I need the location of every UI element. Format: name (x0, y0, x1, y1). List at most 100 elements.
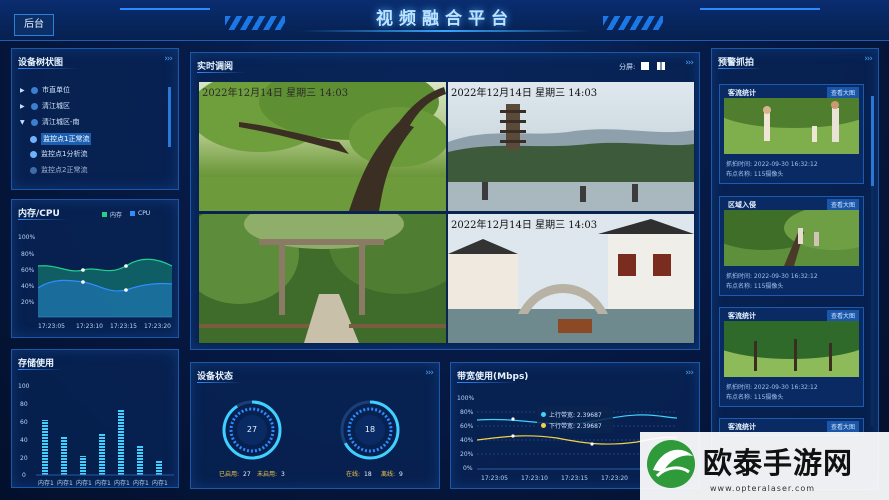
view-large-button[interactable]: 查看大图 (826, 199, 859, 210)
title-underline (300, 30, 590, 32)
alarm-time: 抓拍时间: 2022-09-30 16:32:12 (726, 273, 818, 280)
alarm-place: 布点名称: 115摄像头 (726, 171, 784, 178)
legend-swatch (130, 211, 135, 216)
alarm-type: 客流统计 (728, 423, 756, 431)
y-tick: 0 (22, 472, 26, 479)
watermark-logo-icon (647, 440, 695, 488)
video-feed-4[interactable]: 2022年12月14日 星期三 14:03 (447, 213, 695, 344)
y-tick: 20 (20, 455, 28, 462)
tree-item-camera-1-analysis[interactable]: 监控点1分析流 (30, 149, 87, 159)
y-tick: 100% (18, 234, 36, 241)
y-tick: 40 (20, 437, 28, 444)
tree-item-label: 清江城区 (42, 102, 70, 110)
video-timestamp: 2022年12月14日 星期三 14:03 (202, 88, 349, 99)
collapse-icon[interactable]: ▼ (20, 119, 27, 126)
live-view-title: 实时调阅 (197, 62, 234, 72)
x-tick: 17:23:15 (110, 323, 137, 330)
device-status-panel: 设备状态 ››› 27 18 已启用: 27 未启用: 3 在线: 18 离线: 9 (190, 362, 440, 489)
x-tick: 17:23:05 (38, 323, 65, 330)
expand-icon[interactable]: ▶ (20, 87, 27, 94)
alarm-type: 客流统计 (728, 312, 756, 320)
single-view-icon[interactable] (641, 62, 649, 70)
video-feed-3[interactable] (198, 213, 447, 344)
header-line-right (700, 8, 820, 10)
tree-scene-image (199, 82, 446, 211)
stat-value: 9 (399, 471, 403, 478)
title-line (197, 382, 242, 383)
tree-item-qingjiang[interactable]: ▶ 清江城区 (20, 101, 70, 111)
view-large-button[interactable]: 查看大图 (826, 87, 859, 98)
alarm-title: 预警抓拍 (718, 58, 755, 68)
alarm-place: 布点名称: 115摄像头 (726, 394, 784, 401)
video-feed-1[interactable]: 2022年12月14日 星期三 14:03 (198, 81, 447, 212)
alarm-snapshot[interactable] (724, 321, 859, 377)
legend-label: 内存 (110, 212, 123, 219)
y-tick: 40% (21, 283, 35, 290)
storage-title: 存储使用 (18, 359, 55, 369)
tree-item-qingjiang-south[interactable]: ▼ 清江城区-南 (20, 117, 80, 127)
expand-icon[interactable]: ▶ (20, 103, 27, 110)
legend-uplink: 上行带宽: 2.39687 (541, 410, 602, 419)
data-point (81, 268, 85, 272)
storage-bar (118, 410, 124, 475)
x-tick: 内存1 (114, 480, 130, 487)
pagoda-scene-image (448, 82, 694, 211)
back-button[interactable]: 后台 (14, 14, 54, 36)
data-point (124, 288, 128, 292)
watermark-text: 欧泰手游网 (703, 446, 854, 480)
stat-not-started: 未启用: 3 (257, 469, 285, 478)
tree-item-camera-1-normal[interactable]: 监控点1正常流 (30, 133, 92, 145)
tree-item-label: 监控点1分析流 (41, 150, 88, 158)
device-tree-title: 设备树状图 (18, 58, 64, 68)
bandwidth-title: 带宽使用(Mbps) (457, 372, 529, 382)
title-line (718, 68, 763, 69)
tree-item-label: 清江城区-南 (42, 118, 80, 126)
device-status-title: 设备状态 (197, 372, 234, 382)
alarm-time: 抓拍时间: 2022-09-30 16:32:12 (726, 384, 818, 391)
tree-item-label: 监控点1正常流 (41, 133, 92, 145)
alarm-snapshot[interactable] (724, 98, 859, 154)
tree-scrollbar[interactable] (168, 87, 171, 147)
memory-cpu-title: 内存/CPU (18, 209, 60, 219)
legend-label: CPU (138, 210, 151, 217)
legend-downlink: 下行带宽: 2.39687 (541, 421, 602, 430)
header-stripes-right (603, 16, 663, 30)
gauge-online-value: 18 (364, 425, 376, 434)
y-tick: 40% (460, 437, 474, 444)
x-tick: 17:23:15 (561, 475, 588, 482)
alarm-scrollbar-thumb[interactable] (871, 96, 874, 186)
tree-item-city[interactable]: ▶ 市直单位 (20, 85, 70, 95)
legend-dot (541, 423, 546, 428)
x-tick: 17:23:05 (481, 475, 508, 482)
alarm-card[interactable]: 客流统计 查看大图 抓拍时间: 2022-09-30 16:32:12 布点名称… (719, 307, 864, 407)
y-tick: 100 (18, 383, 30, 390)
title-line (457, 382, 517, 383)
stat-label: 未启用: (257, 471, 278, 478)
alarm-snapshot[interactable] (724, 210, 859, 266)
alarm-type: 客流统计 (728, 89, 756, 97)
alarm-card[interactable]: 区域入侵 查看大图 抓拍时间: 2022-09-30 16:32:12 布点名称… (719, 196, 864, 296)
stat-value: 18 (364, 471, 372, 478)
x-tick: 内存1 (57, 480, 73, 487)
device-tree-panel: 设备树状图 ››› ▶ 市直单位 ▶ 清江城区 ▼ 清江城区-南 监控点1正常流… (11, 48, 179, 190)
view-large-button[interactable]: 查看大图 (826, 310, 859, 321)
canal-scene-image (448, 214, 694, 343)
storage-bar (99, 433, 105, 475)
chevron-right-icon: ››› (164, 54, 173, 64)
camera-icon (30, 150, 37, 158)
video-feed-2[interactable]: 2022年12月14日 星期三 14:03 (447, 81, 695, 212)
legend-dot (541, 412, 546, 417)
folder-icon (31, 86, 38, 94)
x-tick: 17:23:10 (76, 323, 103, 330)
x-tick: 17:23:10 (521, 475, 548, 482)
view-large-button[interactable]: 查看大图 (826, 421, 859, 432)
quad-view-icon[interactable] (657, 62, 665, 70)
storage-bar (42, 420, 48, 475)
y-tick: 80 (20, 401, 28, 408)
stat-value: 27 (243, 471, 251, 478)
alarm-card[interactable]: 客流统计 查看大图 抓拍时间: 2022-09-30 16:32:12 布点名称… (719, 84, 864, 184)
y-tick: 60 (20, 419, 28, 426)
alarm-place: 布点名称: 115摄像头 (726, 283, 784, 290)
tree-item-camera-2-normal[interactable]: 监控点2正常流 (30, 165, 87, 175)
stat-label: 离线: (381, 471, 396, 478)
